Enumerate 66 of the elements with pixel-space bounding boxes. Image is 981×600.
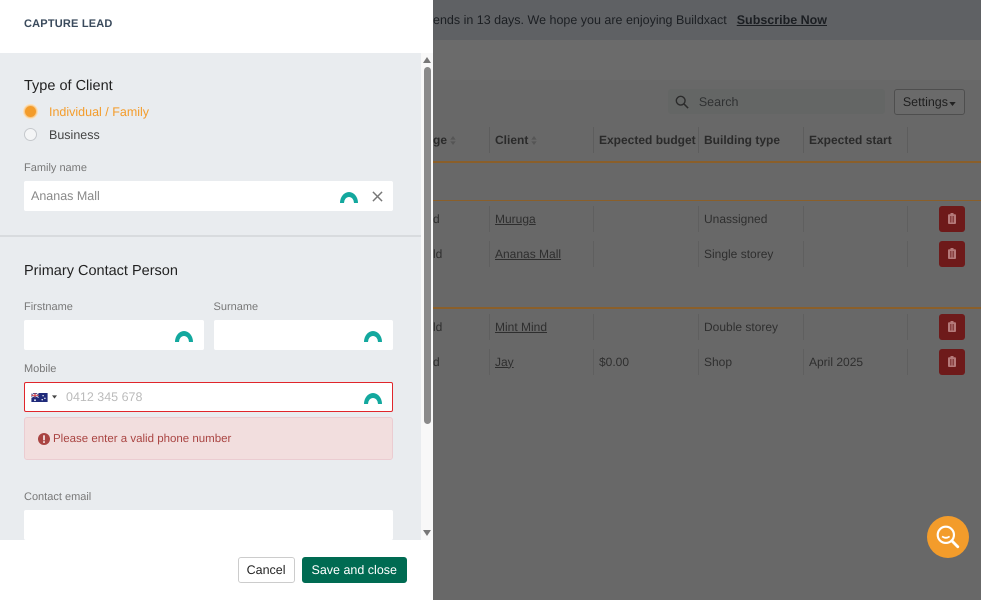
error-text: Please enter a valid phone number <box>53 432 232 444</box>
trash-icon <box>948 213 956 224</box>
table-cell: ld <box>433 246 442 260</box>
trial-banner-text: ends in 13 days. We hope you are enjoying Buildxact <box>433 13 727 27</box>
field-label: Firstname <box>24 301 73 313</box>
section-heading: Type of Client <box>24 78 113 94</box>
table-cell: Unassigned <box>704 212 768 226</box>
help-search-button[interactable] <box>927 516 969 558</box>
scroll-down-icon[interactable] <box>423 530 431 536</box>
clear-icon[interactable] <box>372 190 383 202</box>
delete-button[interactable] <box>939 314 965 340</box>
phone-input[interactable]: 0412 345 678 <box>66 390 354 404</box>
column-header[interactable]: ge <box>433 127 490 153</box>
trash-icon <box>948 248 956 259</box>
delete-button[interactable] <box>939 206 965 232</box>
flag-icon[interactable] <box>31 392 48 402</box>
column-header[interactable]: Client <box>490 127 594 153</box>
field-label: Surname <box>214 301 258 313</box>
radio-label[interactable]: Individual / Family <box>45 104 150 118</box>
firstname-field[interactable] <box>24 320 204 350</box>
arch-icon <box>340 189 358 203</box>
table-cell: d <box>433 354 440 368</box>
client-link[interactable]: Ananas Mall <box>495 246 562 260</box>
table-cell: Shop <box>704 354 732 368</box>
column-header: Building type <box>699 127 804 153</box>
section-heading: Primary Contact Person <box>24 263 178 279</box>
table-cell: Double storey <box>704 320 778 334</box>
field-label: Family name <box>24 162 87 174</box>
radio-button[interactable] <box>24 128 37 141</box>
column-header: Expected budget <box>594 127 699 153</box>
table-cell: April 2025 <box>809 354 864 368</box>
client-link[interactable]: Jay <box>495 354 514 368</box>
trash-icon <box>948 356 956 367</box>
caret-icon <box>949 102 956 106</box>
client-link[interactable]: Muruga <box>495 212 536 226</box>
search-icon <box>935 524 961 550</box>
field-label: Mobile <box>24 363 56 375</box>
family-name-input[interactable]: Ananas Mall <box>31 189 330 203</box>
arch-icon <box>174 328 192 342</box>
scroll-up-icon[interactable] <box>423 57 431 63</box>
arch-icon <box>364 390 382 404</box>
settings-dropdown[interactable]: Settings <box>894 89 965 115</box>
table-cell: d <box>433 212 440 226</box>
radio-button[interactable] <box>24 105 37 118</box>
save-button[interactable]: Save and close <box>302 557 407 583</box>
table-cell: Single storey <box>704 246 774 260</box>
cancel-button[interactable]: Cancel <box>238 557 295 583</box>
field-label: Contact email <box>24 491 92 503</box>
search-icon <box>674 94 689 108</box>
delete-button[interactable] <box>939 240 965 266</box>
column-header: Expected start <box>804 127 908 153</box>
subscribe-link[interactable]: Subscribe Now <box>736 13 828 27</box>
mobile-field[interactable]: 0412 345 678 <box>24 382 393 412</box>
family-name-field[interactable]: Ananas Mall <box>24 181 393 211</box>
alert-icon <box>38 432 50 444</box>
table-cell: $0.00 <box>599 354 630 368</box>
scrollbar[interactable] <box>421 53 433 540</box>
table-cell: ld <box>433 320 442 334</box>
client-link[interactable]: Mint Mind <box>495 320 548 334</box>
surname-field[interactable] <box>214 320 393 350</box>
arch-icon <box>364 328 382 342</box>
delete-button[interactable] <box>939 348 965 374</box>
trash-icon <box>948 321 956 332</box>
caret-icon[interactable] <box>52 395 57 399</box>
drawer-title: CAPTURE LEAD <box>24 18 113 30</box>
radio-label[interactable]: Business <box>45 128 100 142</box>
